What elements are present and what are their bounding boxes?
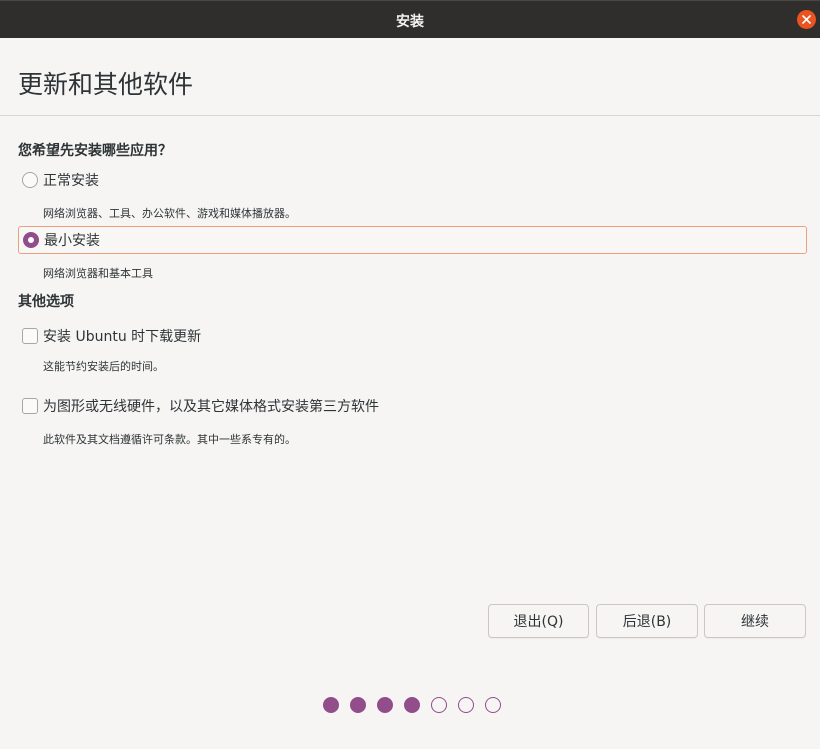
step-progress-indicator <box>323 697 501 713</box>
download-updates-label: 安装 Ubuntu 时下载更新 <box>43 329 202 345</box>
quit-button[interactable]: 退出(Q) <box>488 604 589 638</box>
page-title: 更新和其他软件 <box>18 70 194 99</box>
normal-install-description: 网络浏览器、工具、办公软件、游戏和媒体播放器。 <box>43 207 296 220</box>
minimal-install-label: 最小安装 <box>44 233 100 249</box>
progress-dot-complete <box>404 697 420 713</box>
checkbox-third-party-software[interactable]: 为图形或无线硬件，以及其它媒体格式安装第三方软件 <box>18 392 618 420</box>
window-titlebar: 安装 <box>0 0 820 38</box>
minimal-install-description: 网络浏览器和基本工具 <box>43 267 153 280</box>
back-button[interactable]: 后退(B) <box>596 604 698 638</box>
checkbox[interactable] <box>22 328 38 344</box>
radio-button[interactable] <box>22 172 38 188</box>
radio-normal-install[interactable]: 正常安装 <box>18 166 318 194</box>
page-header: 更新和其他软件 <box>0 38 820 116</box>
progress-dot-complete <box>323 697 339 713</box>
third-party-description: 此软件及其文档遵循许可条款。其中一些系专有的。 <box>43 433 296 446</box>
continue-button[interactable]: 继续 <box>704 604 806 638</box>
radio-button-checked[interactable] <box>23 232 39 248</box>
other-options-title: 其他选项 <box>18 294 74 310</box>
download-updates-description: 这能节约安装后的时间。 <box>43 360 164 373</box>
close-button[interactable] <box>797 10 816 29</box>
close-icon <box>802 15 811 24</box>
checkbox[interactable] <box>22 398 38 414</box>
progress-dot-pending <box>485 697 501 713</box>
radio-minimal-install[interactable]: 最小安装 <box>18 226 807 254</box>
install-type-question: 您希望先安装哪些应用？ <box>18 143 172 159</box>
checkbox-download-updates[interactable]: 安装 Ubuntu 时下载更新 <box>18 322 418 350</box>
progress-dot-pending <box>458 697 474 713</box>
progress-dot-pending <box>431 697 447 713</box>
normal-install-label: 正常安装 <box>43 173 99 189</box>
progress-dot-complete <box>377 697 393 713</box>
third-party-label: 为图形或无线硬件，以及其它媒体格式安装第三方软件 <box>43 399 379 415</box>
progress-dot-complete <box>350 697 366 713</box>
window-title: 安装 <box>396 14 424 30</box>
